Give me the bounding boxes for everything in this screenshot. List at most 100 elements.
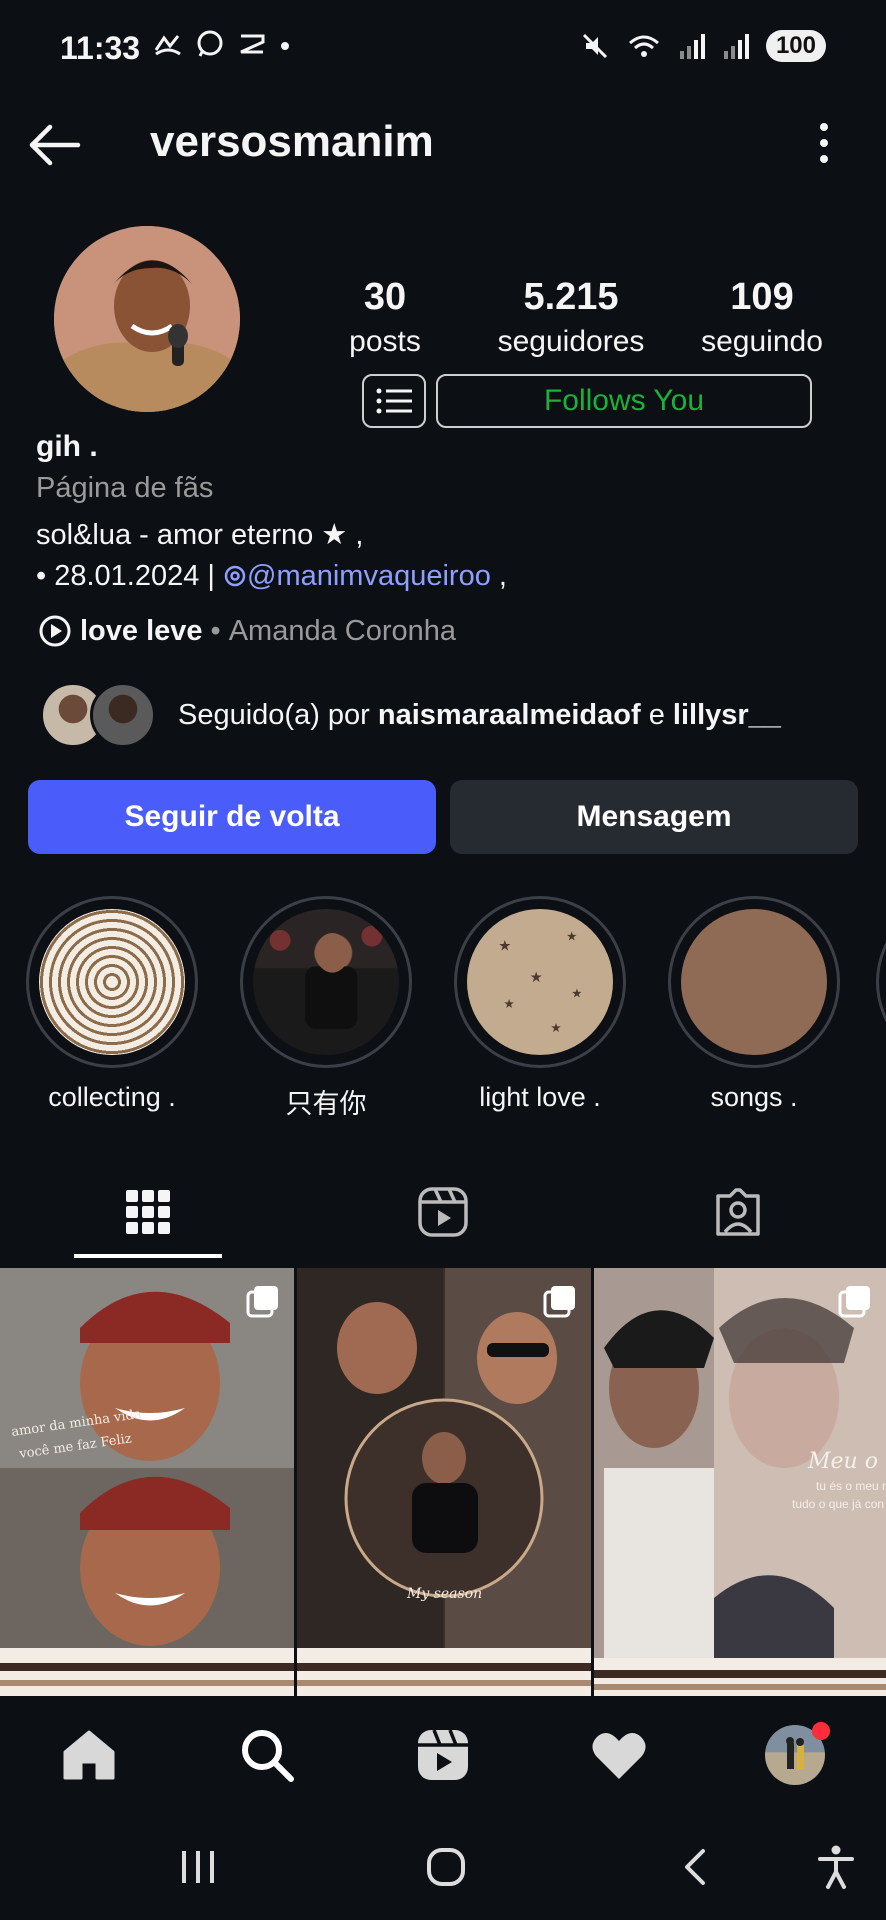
signal-icon [679, 34, 705, 59]
highlight-label: songs . [710, 1082, 798, 1112]
chevron-left-icon [685, 1849, 705, 1885]
mute-icon [582, 33, 608, 59]
nav-home[interactable] [58, 1724, 120, 1786]
home-circle-icon [427, 1848, 465, 1886]
grid-icon [126, 1190, 170, 1234]
svg-text:tudo o que já con: tudo o que já con [792, 1497, 884, 1511]
highlight-label: 只有你 [285, 1089, 367, 1119]
svg-text:★: ★ [530, 970, 543, 986]
follow-back-button[interactable]: Seguir de volta [28, 780, 436, 854]
recent-apps-icon [182, 1851, 214, 1883]
back-button[interactable] [664, 1842, 724, 1892]
whatsapp-icon [197, 30, 223, 57]
profile-header: versosmanim [0, 105, 886, 185]
multiple-posts-icon [246, 1286, 278, 1318]
follows-you-badge: Follows You [436, 374, 812, 428]
bio-mention-link[interactable]: @manimvaqueiroo [223, 560, 499, 592]
wifi-icon [628, 35, 659, 57]
music-artist: Amanda Coronha [228, 614, 457, 647]
profile-music[interactable]: love leve • Amanda Coronha [38, 614, 456, 648]
capcut-icon [240, 34, 265, 54]
list-view-button[interactable] [362, 374, 426, 428]
highlight-ring [240, 896, 412, 1068]
notification-icons [152, 28, 292, 60]
highlight-item-partial[interactable] [876, 896, 886, 1068]
followers-count: 5.215 [523, 276, 619, 318]
play-icon [39, 615, 71, 647]
post-caption: Meu o [807, 1449, 878, 1474]
highlight-ring [26, 896, 198, 1068]
followed-by[interactable]: Seguido(a) por naismaraalmeidaof e lilly… [40, 680, 781, 750]
stat-followers[interactable]: 5.215 seguidores [486, 276, 656, 359]
message-label: Mensagem [576, 800, 732, 833]
highlight-ring [876, 896, 886, 1068]
profile-bio: gih . Página de fãs sol&lua - amor etern… [36, 430, 856, 601]
svg-text:★: ★ [504, 997, 515, 1011]
profile-avatar[interactable] [54, 226, 240, 412]
message-button[interactable]: Mensagem [450, 780, 858, 854]
svg-text:★: ★ [498, 939, 511, 955]
followed-by-text: Seguido(a) por naismaraalmeidaof e lilly… [178, 699, 781, 732]
highlight-item[interactable]: ★ ★ ★ ★ ★ ★ light love . [452, 896, 628, 1113]
back-arrow-icon[interactable] [26, 119, 82, 171]
recent-apps-button[interactable] [168, 1842, 228, 1892]
nav-search[interactable] [236, 1724, 298, 1786]
reels-icon [418, 1187, 468, 1237]
bottom-navigation [0, 1700, 886, 1810]
tab-reels[interactable] [413, 1182, 473, 1242]
bio-line-2: • 28.01.2024 | @manimvaqueiroo , [36, 560, 856, 593]
tagged-icon [716, 1188, 760, 1236]
highlight-label: collecting . [48, 1082, 176, 1112]
heart-icon [592, 1732, 646, 1779]
dot-icon [281, 42, 289, 50]
following-count: 109 [730, 276, 794, 318]
signal-icon [723, 34, 749, 59]
accessibility-button[interactable] [806, 1842, 866, 1892]
followed-prefix: Seguido(a) por [178, 698, 370, 731]
music-song: love leve [80, 614, 203, 647]
tab-tagged[interactable] [708, 1182, 768, 1242]
followed-user[interactable]: naismaraalmeidaof [378, 699, 641, 731]
tab-grid[interactable] [118, 1182, 178, 1242]
mention-text: @manimvaqueiroo [247, 560, 491, 592]
posts-count: 30 [363, 276, 407, 318]
multiple-posts-icon [838, 1286, 870, 1318]
svg-text:tu és o meu ma: tu és o meu ma [816, 1479, 886, 1493]
nav-profile[interactable] [764, 1722, 830, 1786]
highlight-ring [668, 896, 840, 1068]
highlight-cover [39, 909, 185, 1055]
profile-tabs [0, 1160, 886, 1260]
status-bar: 11:33 100 [0, 0, 886, 100]
follower-avatar [90, 682, 156, 748]
posts-label: posts [349, 325, 421, 358]
nav-activity[interactable] [588, 1724, 650, 1786]
accessibility-icon [818, 1845, 854, 1889]
notification-dot [812, 1722, 830, 1740]
home-button[interactable] [416, 1842, 476, 1892]
highlight-item[interactable]: collecting . [24, 896, 200, 1113]
highlight-cover: ★ ★ ★ ★ ★ ★ [467, 909, 613, 1055]
multiple-posts-icon [543, 1286, 575, 1318]
threads-icon [224, 565, 246, 587]
post-thumbnail[interactable]: My season [297, 1268, 591, 1696]
post-thumbnail[interactable]: Meu o tu és o meu ma tudo o que já con [594, 1268, 886, 1696]
display-name: gih . [36, 430, 98, 463]
bio-line-1: sol&lua - amor eterno ★ , [36, 519, 364, 551]
status-time: 11:33 [60, 30, 141, 66]
post-thumbnail[interactable]: amor da minha vida você me faz Feliz [0, 1268, 294, 1696]
stat-following[interactable]: 109 seguindo [690, 276, 834, 359]
nav-reels[interactable] [412, 1724, 474, 1786]
home-icon [63, 1730, 115, 1780]
stat-posts[interactable]: 30 posts [340, 276, 430, 359]
bio-suffix: , [498, 560, 507, 592]
highlight-item[interactable]: songs . [666, 896, 842, 1113]
system-icons: 100 [580, 30, 826, 62]
music-separator: • [210, 614, 221, 647]
highlight-item[interactable]: 只有你 [238, 896, 414, 1121]
followed-user[interactable]: lillysr__ [673, 699, 781, 731]
svg-text:★: ★ [571, 987, 582, 1001]
system-navigation [0, 1810, 886, 1920]
post-caption: My season [406, 1586, 482, 1602]
follow-back-label: Seguir de volta [124, 800, 340, 833]
more-options-icon[interactable] [812, 115, 836, 171]
